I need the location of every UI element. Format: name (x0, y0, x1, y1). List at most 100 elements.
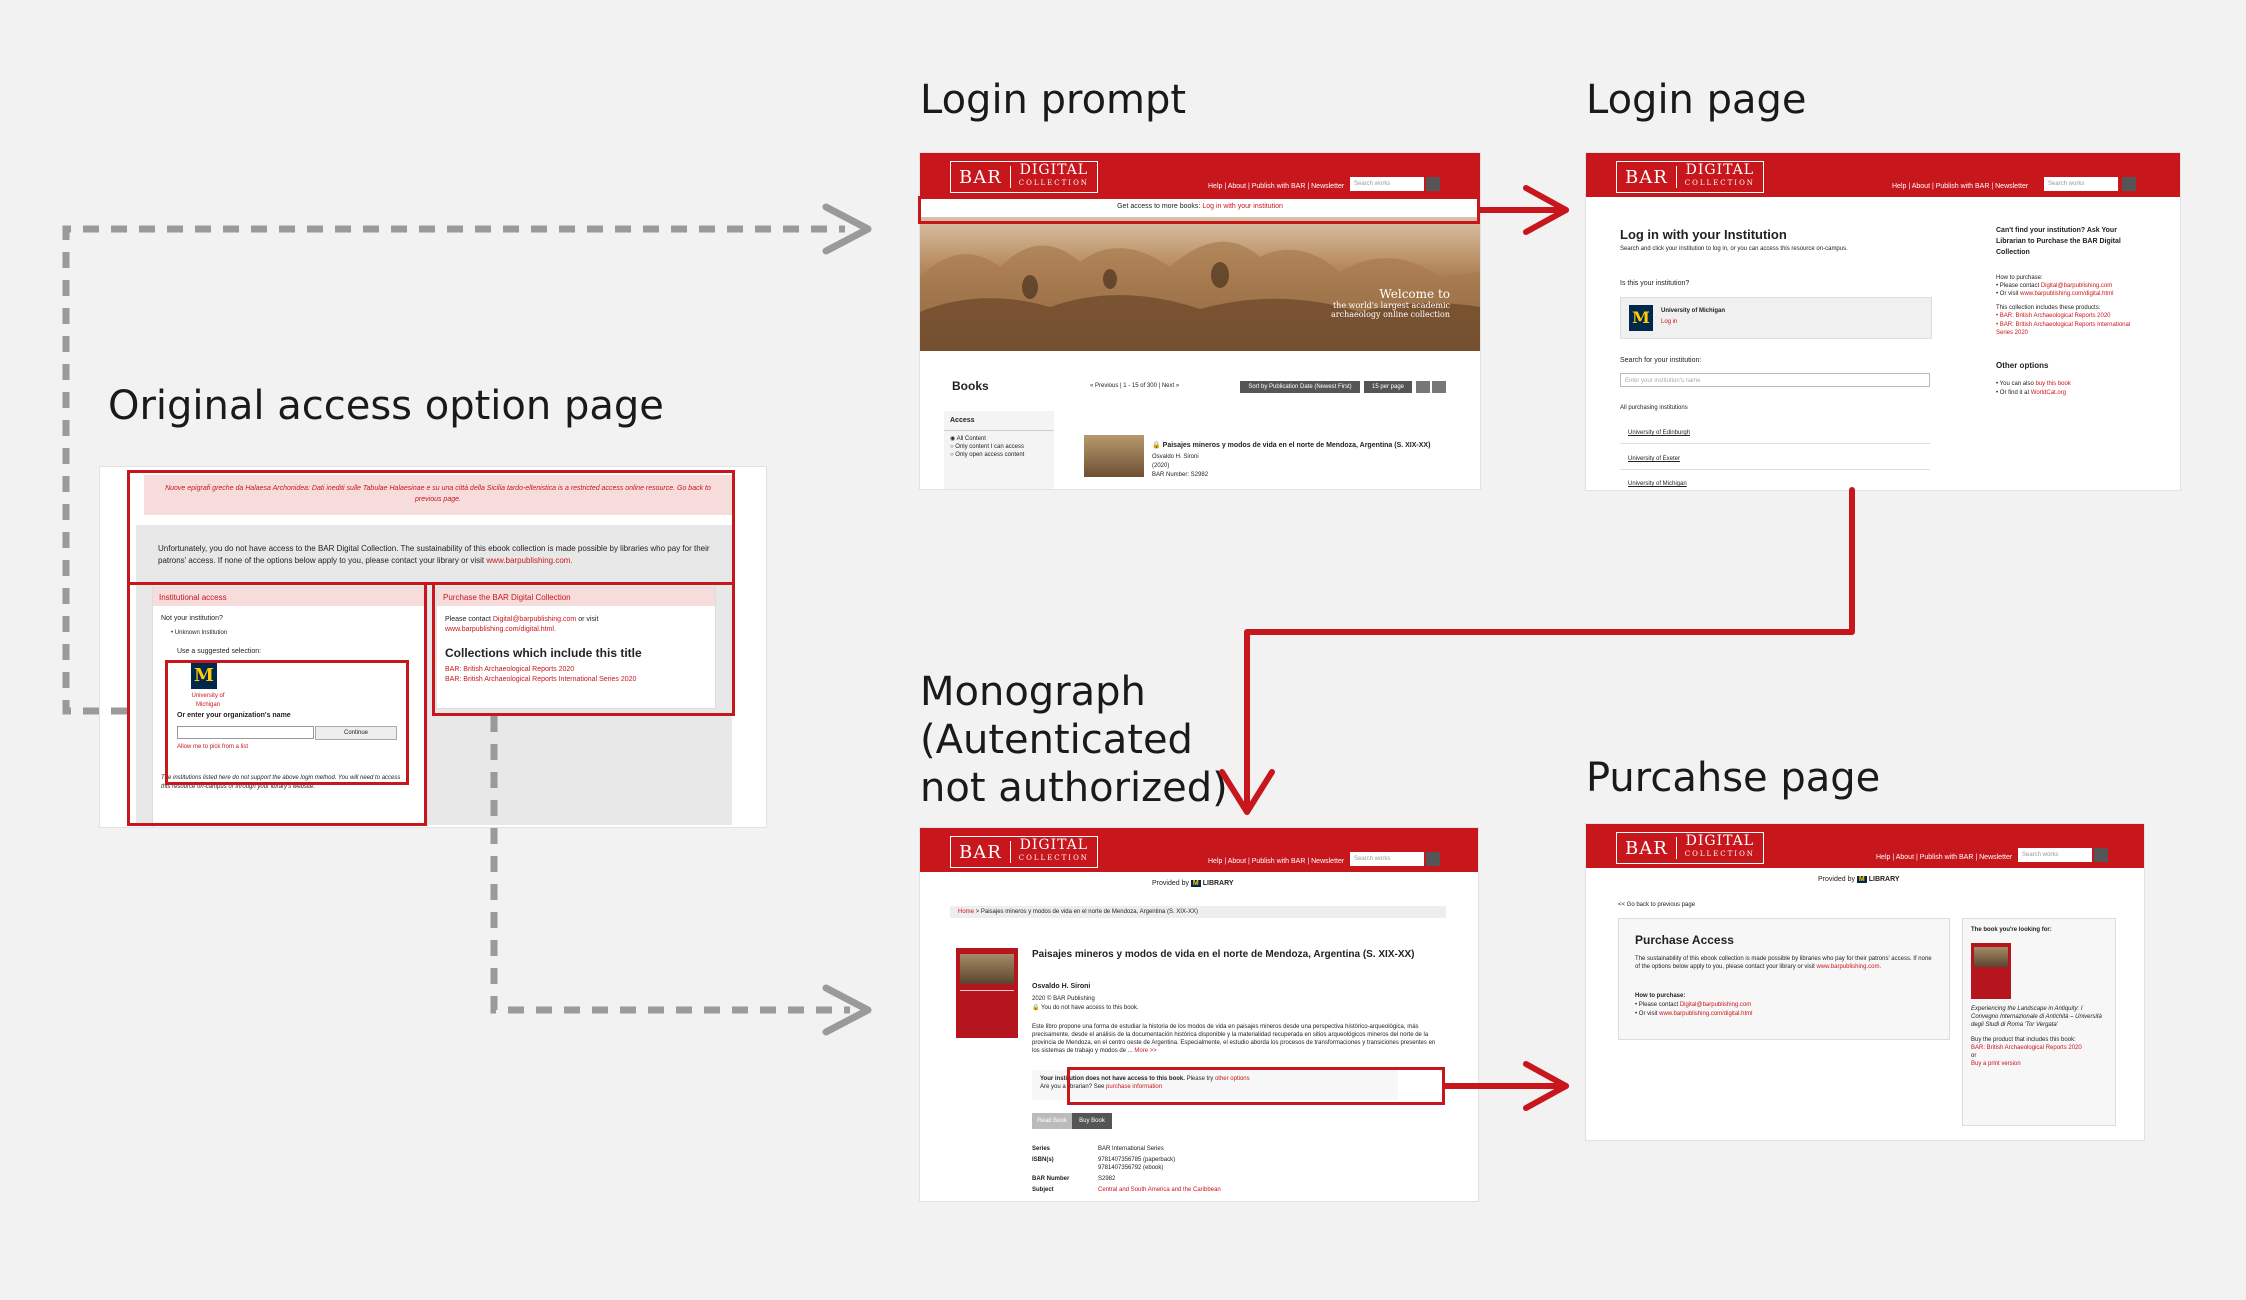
title-monograph-line1: Monograph (920, 669, 1146, 715)
umich-name: University of Michigan (1661, 308, 1726, 314)
purchase-access-text: The sustainability of this ebook collect… (1635, 956, 1932, 970)
print-version-link[interactable]: Buy a print version (1971, 1061, 2021, 1067)
contact-email[interactable]: Digital@barpublishing.com (1680, 1002, 1751, 1008)
title-monograph-line3: not authorized) (920, 765, 1228, 811)
lock-icon: 🔒 (1032, 1005, 1040, 1011)
product-link[interactable]: BAR: British Archaeological Reports 2020 (1971, 1045, 2082, 1051)
red-arrowhead-purchase (1523, 1061, 1569, 1111)
how-to-purchase: How to purchase: (1635, 993, 1686, 999)
list-view-icon[interactable] (1432, 381, 1446, 393)
search-input[interactable]: Search works (1350, 177, 1424, 191)
contact-line: • Please contact Digital@barpublishing.c… (1996, 283, 2113, 289)
book-title: Paisajes mineros y modos de vida en el n… (1032, 949, 1415, 960)
provided-by: Provided by M LIBRARY (1152, 880, 1234, 887)
institution-item[interactable]: University of Edinburgh (1628, 430, 1690, 436)
book-cover[interactable] (1971, 943, 2011, 999)
meta-row: 9781407356792 (ebook) (1098, 1165, 1164, 1171)
all-institutions-label: All purchasing institutions (1620, 405, 1688, 411)
book-cover[interactable] (956, 948, 1018, 1038)
access-filter-title[interactable]: Access (944, 411, 1054, 431)
includes-label: This collection includes these products: (1996, 305, 2101, 311)
institution-search-input[interactable]: Enter your institution's name (1620, 373, 1930, 387)
buy-line: • You can also buy this book (1996, 381, 2071, 387)
visit-url[interactable]: www.barpublishing.com/digital.html (1659, 1011, 1752, 1017)
back-link[interactable]: << Go back to previous page (1618, 902, 1695, 908)
book-title[interactable]: 🔒 Paisajes mineros y modos de vida en el… (1152, 441, 1430, 449)
title-monograph-line2: (Autenticated (920, 717, 1193, 763)
search-institution-label: Search for your institution: (1620, 357, 1702, 364)
umich-login-link[interactable]: Log in (1661, 319, 1677, 325)
bar-logo[interactable]: BAR DIGITAL COLLECTION (950, 161, 1098, 193)
purchase-access-panel: Purchase Access The sustainability of th… (1618, 918, 1950, 1040)
institution-item[interactable]: University of Michigan (1628, 481, 1687, 487)
access-opt-mine[interactable]: ○ Only content I can access (944, 442, 1054, 450)
login-title: Log in with your Institution (1620, 227, 1787, 242)
abstract: Este libro propone una forma de estudiar… (1032, 1024, 1436, 1054)
buy-book-link[interactable]: buy this book (2035, 381, 2070, 387)
access-opt-open[interactable]: ○ Only open access content (944, 450, 1054, 458)
product-link-2[interactable]: • BAR: British Archaeological Reports In… (1996, 321, 2136, 337)
highlight-login-banner (918, 196, 1480, 224)
red-arrowhead-login-page (1523, 185, 1569, 235)
breadcrumb-home[interactable]: Home (958, 909, 974, 915)
bar-logo[interactable]: BAR DIGITAL COLLECTION (1616, 832, 1764, 864)
search-icon[interactable] (1426, 852, 1440, 866)
search-icon[interactable] (2122, 177, 2136, 191)
highlight-alert (127, 470, 735, 585)
top-nav[interactable]: Help | About | Publish with BAR | Newsle… (1208, 183, 1344, 190)
read-book-button[interactable]: Read Book (1032, 1113, 1072, 1129)
book-number: BAR Number: S2982 (1152, 472, 1209, 478)
worldcat-link[interactable]: WorldCat.org (2031, 390, 2066, 396)
search-input[interactable]: Search works (2044, 177, 2118, 191)
book-thumbnail[interactable] (1084, 435, 1144, 477)
book-publisher: 2020 © BAR Publishing (1032, 996, 1095, 1002)
top-nav[interactable]: Help | About | Publish with BAR | Newsle… (1208, 858, 1344, 865)
site-header: BAR DIGITAL COLLECTION Help | About | Publ… (920, 828, 1478, 872)
title-login-page: Login page (1586, 77, 1807, 123)
no-access-line: 🔒 You do not have access to this book. (1032, 1005, 1139, 1011)
bar-logo[interactable]: BAR DIGITAL COLLECTION (1616, 161, 1764, 193)
product-link-1[interactable]: • BAR: British Archaeological Reports 20… (1996, 313, 2111, 319)
sort-select[interactable]: Sort by Publication Date (Newest First) (1240, 381, 1360, 393)
access-opt-all[interactable]: ◉ All Content (944, 431, 1054, 442)
hero-rocks (920, 241, 1480, 351)
meta-row: Subject Central and South America and the… (1032, 1187, 1221, 1193)
pager[interactable]: « Previous | 1 - 15 of 300 | Next » (1090, 383, 1179, 389)
visit-line: • Or visit www.barpublishing.com/digital… (1635, 1011, 1753, 1017)
search-input[interactable]: Search works (2018, 848, 2092, 862)
purchase-url[interactable]: www.barpublishing.com. (1816, 964, 1881, 970)
contact-email[interactable]: Digital@barpublishing.com (2041, 283, 2112, 289)
grid-view-icon[interactable] (1416, 381, 1430, 393)
institution-item[interactable]: University of Exeter (1628, 456, 1680, 462)
highlight-access-notice (1067, 1067, 1445, 1105)
side-title: Can't find your institution? Ask Your Li… (1996, 227, 2121, 256)
search-icon[interactable] (1426, 177, 1440, 191)
arrowhead-login-prompt (822, 203, 872, 255)
more-link[interactable]: More >> (1134, 1048, 1156, 1054)
search-icon[interactable] (2094, 848, 2108, 862)
divider (1620, 469, 1930, 470)
hero-welcome-line1: Welcome to (1379, 287, 1450, 301)
side-title: The book you're looking for: (1971, 927, 2052, 933)
book-author: Osvaldo H. Sironi (1032, 983, 1091, 990)
suggested-institution[interactable]: M University of Michigan Log in (1620, 297, 1932, 339)
site-header: BAR DIGITAL COLLECTION Help | About | Publ… (920, 153, 1480, 197)
book-author: Osvaldo H. Sironi (1152, 454, 1199, 460)
highlight-suggested (165, 660, 409, 785)
top-nav[interactable]: Help | About | Publish with BAR | Newsle… (1876, 854, 2012, 861)
bar-logo[interactable]: BAR DIGITAL COLLECTION (950, 836, 1098, 868)
visit-url[interactable]: www.barpublishing.com/digital.html (2020, 291, 2113, 297)
meta-row: Series BAR International Series (1032, 1146, 1164, 1152)
buy-book-button[interactable]: Buy Book (1072, 1113, 1112, 1129)
purchase-page-screenshot: BAR DIGITAL COLLECTION Help | About | Publ… (1586, 824, 2144, 1140)
or-label: or (1971, 1053, 1977, 1059)
per-page-select[interactable]: 15 per page (1364, 381, 1412, 393)
login-page-screenshot: BAR DIGITAL COLLECTION Help | About | Publ… (1586, 153, 2180, 490)
hero-image: Welcome to the world's largest academic … (920, 217, 1480, 351)
title-purchase-page: Purcahse page (1586, 755, 1881, 801)
how-to-purchase: How to purchase: (1996, 275, 2043, 281)
top-nav[interactable]: Help | About | Publish with BAR | Newsle… (1892, 183, 2028, 190)
books-heading: Books (952, 379, 989, 393)
title-login-prompt: Login prompt (920, 77, 1187, 123)
search-input[interactable]: Search works (1350, 852, 1424, 866)
